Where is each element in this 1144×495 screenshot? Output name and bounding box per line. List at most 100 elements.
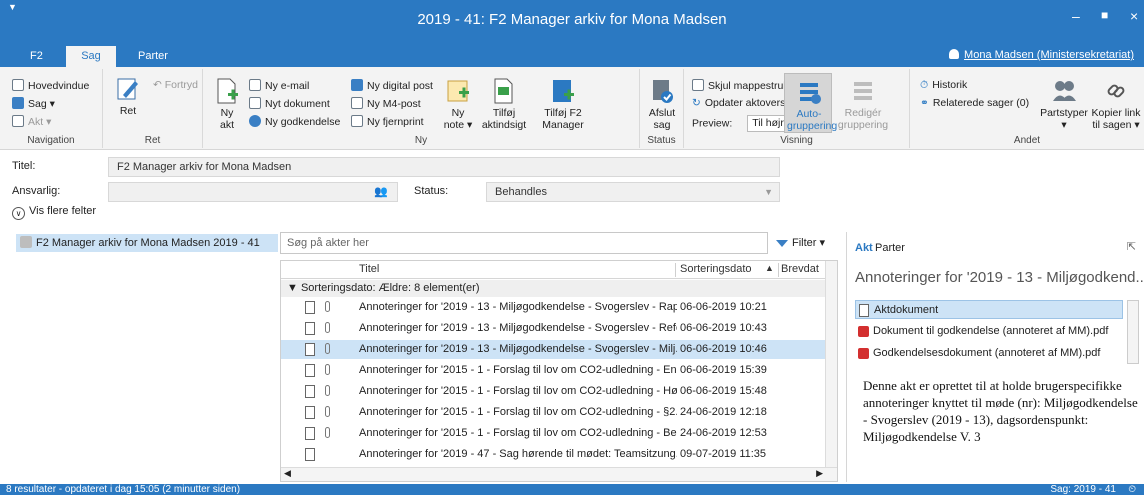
group-label-visning: Visning (780, 135, 813, 146)
document-icon (305, 385, 315, 398)
f2-manager-icon (553, 80, 574, 102)
approval-icon (249, 115, 261, 127)
table-row[interactable]: Annoteringer for '2019 - 13 - Miljøgodke… (281, 298, 827, 317)
kopier-link-button[interactable]: Kopier link til sagen ▾ (1088, 77, 1144, 131)
titel-field[interactable]: F2 Manager arkiv for Mona Madsen (108, 157, 780, 177)
attachment-scrollbar[interactable] (1127, 300, 1139, 364)
ny-fjernprint-button[interactable]: Ny fjernprint (351, 115, 424, 128)
paperclip-icon (325, 343, 330, 354)
document-icon (305, 343, 315, 356)
akt-list: Titel Sorteringsdato ▲ Brevdat ▼ Sorteri… (280, 260, 838, 482)
table-row[interactable]: Annoteringer for '2019 - 13 - Miljøgodke… (281, 319, 827, 338)
tilfoj-aktindsigt-button[interactable]: Tilføj aktindsigt (479, 77, 529, 131)
filter-icon (776, 240, 788, 247)
partstyper-button[interactable]: Partstyper ▾ (1036, 77, 1092, 131)
group-header[interactable]: ▼ Sorteringsdato: Ældre: 8 element(er) (281, 280, 827, 297)
historik-button[interactable]: ⏱ Historik (920, 79, 967, 92)
edit-icon (117, 78, 138, 100)
print-icon (351, 115, 363, 127)
ribbon-group-navigation: Hovedvindue Sag ▾ Akt ▾ Navigation (0, 69, 103, 148)
window-title: 2019 - 41: F2 Manager arkiv for Mona Mad… (417, 11, 727, 28)
attachment-list: Aktdokument Dokument til godkendelse (ann… (855, 300, 1123, 364)
row-title: Annoteringer for '2019 - 13 - Miljøgodke… (359, 322, 677, 334)
ny-digital-post-button[interactable]: Ny digital post (351, 79, 433, 92)
tab-sag[interactable]: Sag (66, 46, 116, 67)
row-date: 09-07-2019 11:35 (680, 448, 767, 460)
ny-email-button[interactable]: Ny e-mail (249, 79, 309, 92)
status-label: Status: (414, 185, 449, 197)
paperclip-icon (325, 385, 330, 396)
ribbon-group-ret: Ret ↶ Fortryd Ret (103, 69, 203, 148)
document-icon (12, 115, 24, 127)
column-header-titel[interactable]: Titel (359, 263, 379, 275)
ansvarlig-field[interactable] (108, 182, 398, 202)
opdater-aktoversigt-button[interactable]: ↻ Opdater aktoversigt (692, 97, 796, 109)
maximize-icon[interactable]: ■ (1101, 8, 1108, 22)
paperclip-icon (325, 364, 330, 375)
popout-icon[interactable]: ⇱ (1127, 240, 1136, 253)
relaterede-sager-button[interactable]: ⚭ Relaterede sager (0) (920, 97, 1029, 109)
close-icon[interactable]: × (1130, 8, 1138, 24)
scroll-left-icon[interactable]: ◀ (284, 468, 291, 479)
aktindsigt-icon (494, 78, 513, 104)
hovedvindue-button[interactable]: Hovedvindue (12, 79, 89, 92)
ny-akt-button[interactable]: Ny akt (213, 77, 241, 131)
row-title: Annoteringer for '2015 - 1 - Forslag til… (359, 406, 677, 418)
akt-description: Denne akt er oprettet til at holde bruge… (863, 378, 1138, 444)
akt-dropdown[interactable]: Akt ▾ (12, 115, 51, 128)
people-picker-icon[interactable]: 👥 (374, 185, 388, 198)
tree-item-case[interactable]: F2 Manager arkiv for Mona Madsen 2019 - … (16, 234, 278, 252)
ny-godkendelse-button[interactable]: Ny godkendelse (249, 115, 340, 128)
scroll-right-icon[interactable]: ▶ (816, 468, 823, 479)
column-header-brevdato[interactable]: Brevdat (781, 263, 819, 275)
table-row[interactable]: Annoteringer for '2015 - 1 - Forslag til… (281, 382, 827, 401)
vis-flere-felter-toggle[interactable]: ∨ Vis flere felter (12, 205, 96, 220)
search-input[interactable]: Søg på akter her (280, 232, 768, 254)
rediger-gruppering-button[interactable]: Redigér gruppering (836, 77, 890, 131)
title-bar: ▼ 2019 - 41: F2 Manager arkiv for Mona M… (0, 0, 1144, 43)
tab-parter[interactable]: Parter (126, 46, 180, 67)
table-row[interactable]: Annoteringer for '2019 - 47 - Sag hørend… (281, 445, 827, 464)
home-icon (12, 79, 24, 91)
tab-f2[interactable]: F2 (18, 46, 55, 67)
filter-button[interactable]: Filter ▾ (770, 232, 838, 254)
horizontal-scrollbar[interactable]: ◀ ▶ (281, 467, 837, 481)
preview-title: Annoteringer for '2019 - 13 - Miljøgodke… (855, 269, 1143, 286)
afslut-sag-button[interactable]: Afslut sag (644, 77, 680, 131)
table-row[interactable]: Annoteringer for '2015 - 1 - Forslag til… (281, 424, 827, 443)
column-header-sorteringsdato[interactable]: Sorteringsdato (680, 263, 752, 275)
sag-dropdown[interactable]: Sag ▾ (12, 97, 55, 110)
ny-note-button[interactable]: Ny note ▾ (441, 77, 475, 131)
refresh-icon: ↻ (692, 97, 701, 109)
vertical-scrollbar[interactable] (825, 261, 837, 467)
sync-icon[interactable]: ⏲ (1128, 484, 1136, 495)
attachment-item[interactable]: Aktdokument (855, 300, 1123, 319)
attachment-label: Aktdokument (874, 304, 939, 316)
fortryd-button[interactable]: ↶ Fortryd (153, 79, 198, 91)
attachment-item[interactable]: Godkendelsesdokument (annoteret af MM).p… (855, 344, 1123, 363)
ny-m4-post-button[interactable]: Ny M4-post (351, 97, 421, 110)
column-separator (778, 263, 779, 277)
table-row[interactable]: Annoteringer for '2015 - 1 - Forslag til… (281, 403, 827, 422)
ribbon-tabs: F2 Sag Parter Mona Madsen (Ministersekre… (0, 43, 1144, 67)
group-label-andet: Andet (1013, 135, 1041, 146)
tab-akt[interactable]: Akt (855, 242, 873, 254)
user-name: Mona Madsen (Ministersekretariat) (964, 49, 1134, 61)
user-link[interactable]: Mona Madsen (Ministersekretariat) (949, 49, 1134, 61)
nyt-dokument-button[interactable]: Nyt dokument (249, 97, 330, 110)
status-dropdown[interactable]: Behandles ▼ (486, 182, 780, 202)
attachment-item[interactable]: Dokument til godkendelse (annoteret af M… (855, 322, 1123, 341)
autogroup-icon (800, 83, 821, 104)
tab-parter-preview[interactable]: Parter (875, 242, 905, 254)
minimize-icon[interactable]: – (1072, 8, 1080, 24)
table-row[interactable]: Annoteringer for '2019 - 13 - Miljøgodke… (281, 340, 827, 359)
pdf-icon (858, 348, 869, 359)
ret-button[interactable]: Ret (113, 75, 143, 117)
document-icon (305, 406, 315, 419)
table-row[interactable]: Annoteringer for '2015 - 1 - Forslag til… (281, 361, 827, 380)
document-icon (859, 304, 869, 317)
group-label-ny: Ny (414, 135, 428, 146)
autogruppering-button[interactable]: Auto-gruppering (784, 73, 837, 133)
tilfoj-f2-manager-button[interactable]: Tilføj F2 Manager (537, 77, 589, 131)
people-icon (1053, 81, 1076, 101)
